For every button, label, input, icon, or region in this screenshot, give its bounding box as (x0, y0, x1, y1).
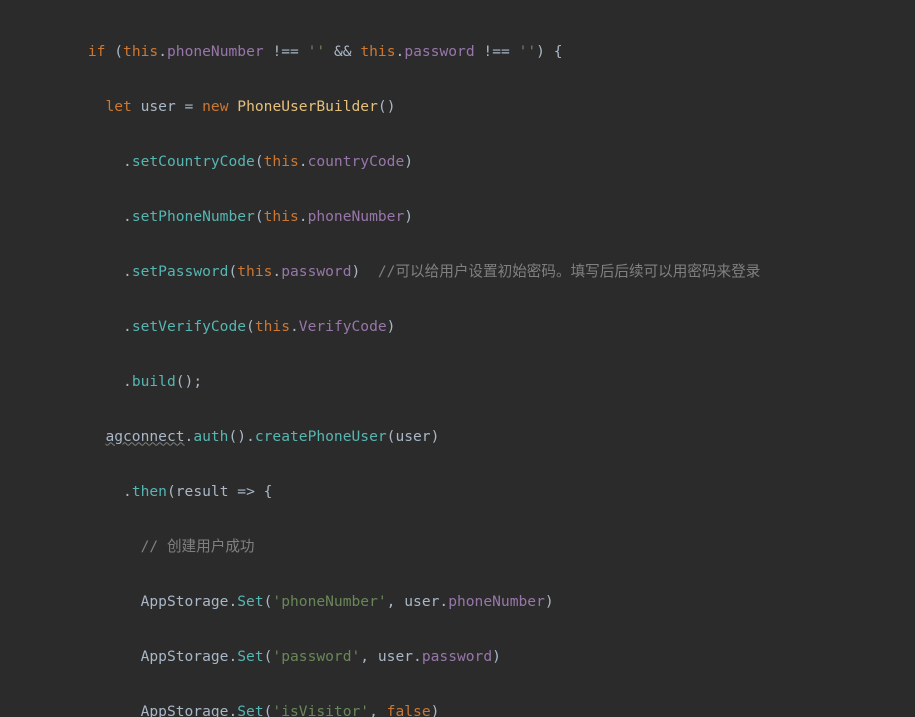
code-line: AppStorage.Set('phoneNumber', user.phone… (0, 588, 915, 616)
code-line: // 创建用户成功 (0, 533, 915, 561)
code-line: AppStorage.Set('isVisitor', false) (0, 698, 915, 717)
code-line: .setPhoneNumber(this.phoneNumber) (0, 203, 915, 231)
code-line: .setCountryCode(this.countryCode) (0, 148, 915, 176)
code-line: .then(result => { (0, 478, 915, 506)
code-editor[interactable]: if (this.phoneNumber !== '' && this.pass… (0, 0, 915, 717)
code-line: .build(); (0, 368, 915, 396)
code-line: if (this.phoneNumber !== '' && this.pass… (0, 38, 915, 66)
code-line: let user = new PhoneUserBuilder() (0, 93, 915, 121)
code-line: agconnect.auth().createPhoneUser(user) (0, 423, 915, 451)
code-line: .setPassword(this.password) //可以给用户设置初始密… (0, 258, 915, 286)
code-line: AppStorage.Set('password', user.password… (0, 643, 915, 671)
code-line: .setVerifyCode(this.VerifyCode) (0, 313, 915, 341)
